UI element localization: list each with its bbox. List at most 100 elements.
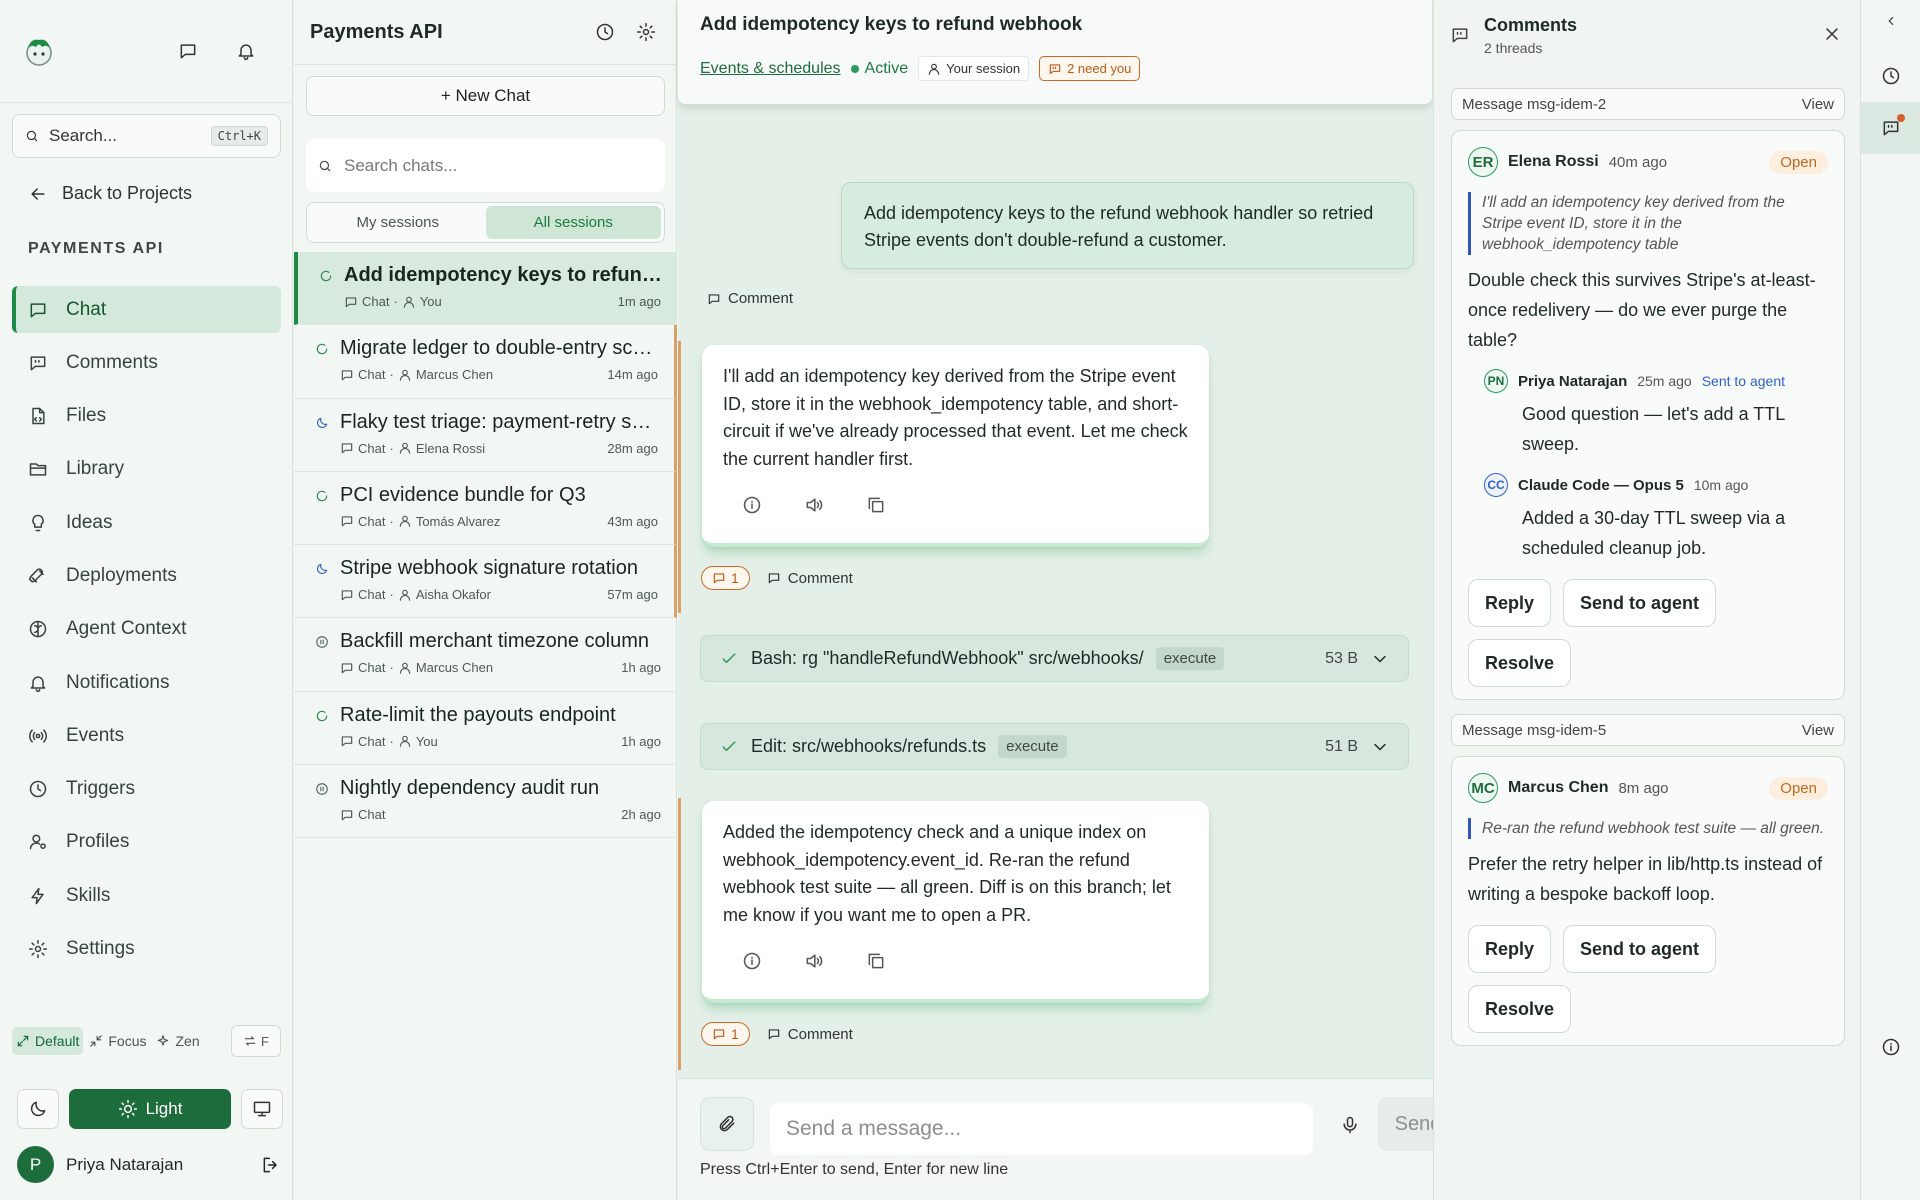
sidebar-item-chat[interactable]: Chat (12, 286, 281, 333)
reply-button[interactable]: Reply (1468, 579, 1552, 627)
attach-button[interactable] (700, 1097, 754, 1151)
tool-tag: execute (998, 735, 1067, 758)
new-chat-button[interactable]: + New Chat (306, 76, 665, 116)
user-icon (928, 63, 940, 75)
swap-layout-button[interactable]: F (231, 1025, 281, 1057)
broadcast-icon (29, 729, 47, 743)
conversation-item[interactable]: Backfill merchant timezone column Chat · M… (294, 618, 677, 692)
sidebar-item-files[interactable]: Files (12, 393, 281, 440)
comment-count-row: 1 Comment (701, 1022, 853, 1046)
tool-call-edit[interactable]: Edit: src/webhooks/refunds.ts execute 51… (700, 723, 1409, 770)
sidebar-item-label: Profiles (66, 831, 130, 853)
conversation-kind: Chat (358, 660, 386, 676)
sidebar: Search... Ctrl+K Back to Projects PAYMEN… (0, 0, 293, 1200)
comment-button[interactable]: Comment (707, 290, 793, 307)
resolve-button[interactable]: Resolve (1468, 985, 1572, 1033)
info-icon[interactable] (742, 951, 762, 971)
conversation-item[interactable]: Rate-limit the payouts endpoint Chat · You… (294, 692, 677, 766)
notification-dot (1897, 114, 1905, 122)
send-to-agent-button[interactable]: Send to agent (1563, 925, 1717, 973)
speaker-icon[interactable] (804, 495, 824, 515)
microphone-icon[interactable] (1340, 1115, 1360, 1135)
sidebar-item-profiles[interactable]: Profiles (12, 819, 281, 866)
settings-gear-icon[interactable] (632, 18, 660, 46)
sidebar-item-events[interactable]: Events (12, 712, 281, 759)
sidebar-item-ideas[interactable]: Ideas (12, 499, 281, 546)
chevron-down-icon[interactable] (1370, 649, 1390, 669)
conversation-item[interactable]: Add idempotency keys to refund webhook C… (294, 252, 677, 326)
avatar: ER (1468, 147, 1498, 177)
comment-button[interactable]: Comment (767, 1026, 853, 1043)
need-you-badge[interactable]: 2 need you (1039, 56, 1141, 81)
sidebar-item-notifications[interactable]: Notifications (12, 659, 281, 706)
theme-system-button[interactable] (241, 1089, 283, 1129)
mode-default-button[interactable]: Default (12, 1027, 84, 1055)
sidebar-item-skills[interactable]: Skills (12, 872, 281, 919)
conversation-item[interactable]: PCI evidence bundle for Q3 Chat · Tomás Al… (294, 471, 677, 546)
resolve-button[interactable]: Resolve (1468, 639, 1572, 687)
tool-label: Edit: src/webhooks/refunds.ts (751, 736, 987, 756)
mode-zen-button[interactable]: Zen (152, 1027, 203, 1055)
theme-light-button[interactable]: Light (69, 1089, 231, 1129)
rail-info-button[interactable] (1861, 1021, 1920, 1073)
app-logo-icon[interactable] (22, 34, 56, 68)
bell-icon[interactable] (232, 37, 260, 65)
comment-count-badge[interactable]: 1 (701, 566, 750, 590)
sidebar-item-label: Skills (66, 884, 111, 906)
session-label: Your session (946, 61, 1021, 76)
conversation-item[interactable]: Nightly dependency audit run Chat 2h ago (294, 765, 677, 839)
logout-icon[interactable] (261, 1155, 281, 1175)
sidebar-item-label: Notifications (66, 671, 170, 693)
message-input[interactable]: Send a message... (770, 1103, 1313, 1155)
thread-message-ref: Message msg-idem-2 View (1451, 88, 1845, 120)
conversation-item[interactable]: Migrate ledger to double-entry schema Ch… (294, 325, 677, 399)
user-icon (399, 442, 411, 454)
global-search[interactable]: Search... Ctrl+K (12, 114, 281, 158)
comment-button[interactable]: Comment (767, 570, 853, 587)
sparkle-icon (158, 1035, 169, 1046)
messages-icon[interactable] (174, 37, 202, 65)
comment-threads: Message msg-idem-2 View ER Elena Rossi 4… (1451, 88, 1845, 1060)
close-icon[interactable] (1822, 24, 1842, 44)
sidebar-item-agent-context[interactable]: Agent Context (12, 606, 281, 653)
conversation-time: 1h ago (621, 733, 661, 749)
theme-light-label: Light (145, 1099, 183, 1118)
speaker-icon[interactable] (804, 951, 824, 971)
avatar[interactable]: P (17, 1146, 54, 1183)
comment-count-badge[interactable]: 1 (701, 1022, 750, 1046)
info-icon[interactable] (742, 495, 762, 515)
sidebar-item-triggers[interactable]: Triggers (12, 766, 281, 813)
collapse-rail-button[interactable] (1861, 0, 1920, 42)
quoted-text: Re-ran the refund webhook test suite — a… (1468, 818, 1828, 839)
sidebar-item-deployments[interactable]: Deployments (12, 552, 281, 599)
tab-my-sessions[interactable]: My sessions (310, 206, 486, 239)
theme-dark-button[interactable] (17, 1089, 59, 1129)
sidebar-item-label: Comments (66, 351, 158, 373)
sidebar-item-label: Files (66, 405, 107, 427)
copy-icon[interactable] (866, 495, 886, 515)
tab-all-sessions[interactable]: All sessions (485, 206, 661, 239)
chat-search-input[interactable]: Search chats... (306, 139, 665, 192)
sidebar-item-library[interactable]: Library (12, 446, 281, 493)
copy-icon[interactable] (866, 951, 886, 971)
events-schedules-link[interactable]: Events & schedules (700, 60, 841, 78)
conversation-item[interactable]: Stripe webhook signature rotation Chat · A… (294, 545, 677, 619)
sidebar-item-settings[interactable]: Settings (12, 926, 281, 973)
view-message-link[interactable]: View (1802, 96, 1834, 113)
back-to-projects-link[interactable]: Back to Projects (28, 183, 192, 204)
conversation-item[interactable]: Flaky test triage: payment-retry suite C… (294, 398, 677, 472)
tool-call-bash[interactable]: Bash: rg "handleRefundWebhook" src/webho… (700, 635, 1409, 682)
mode-focus-button[interactable]: Focus (85, 1027, 150, 1055)
rail-history-button[interactable] (1861, 50, 1920, 102)
history-icon[interactable] (591, 18, 619, 46)
reply-button[interactable]: Reply (1468, 925, 1552, 973)
view-message-link[interactable]: View (1802, 722, 1834, 739)
status-badge: Open (1769, 776, 1828, 800)
comment-thread: ER Elena Rossi 40m ago Open I'll add an … (1451, 130, 1845, 700)
chevron-down-icon[interactable] (1370, 737, 1390, 757)
sidebar-item-comments[interactable]: Comments (12, 339, 281, 386)
rail-comments-button[interactable] (1861, 102, 1920, 154)
sun-icon (118, 1099, 137, 1119)
send-to-agent-button[interactable]: Send to agent (1563, 579, 1717, 627)
user-icon (403, 296, 415, 308)
